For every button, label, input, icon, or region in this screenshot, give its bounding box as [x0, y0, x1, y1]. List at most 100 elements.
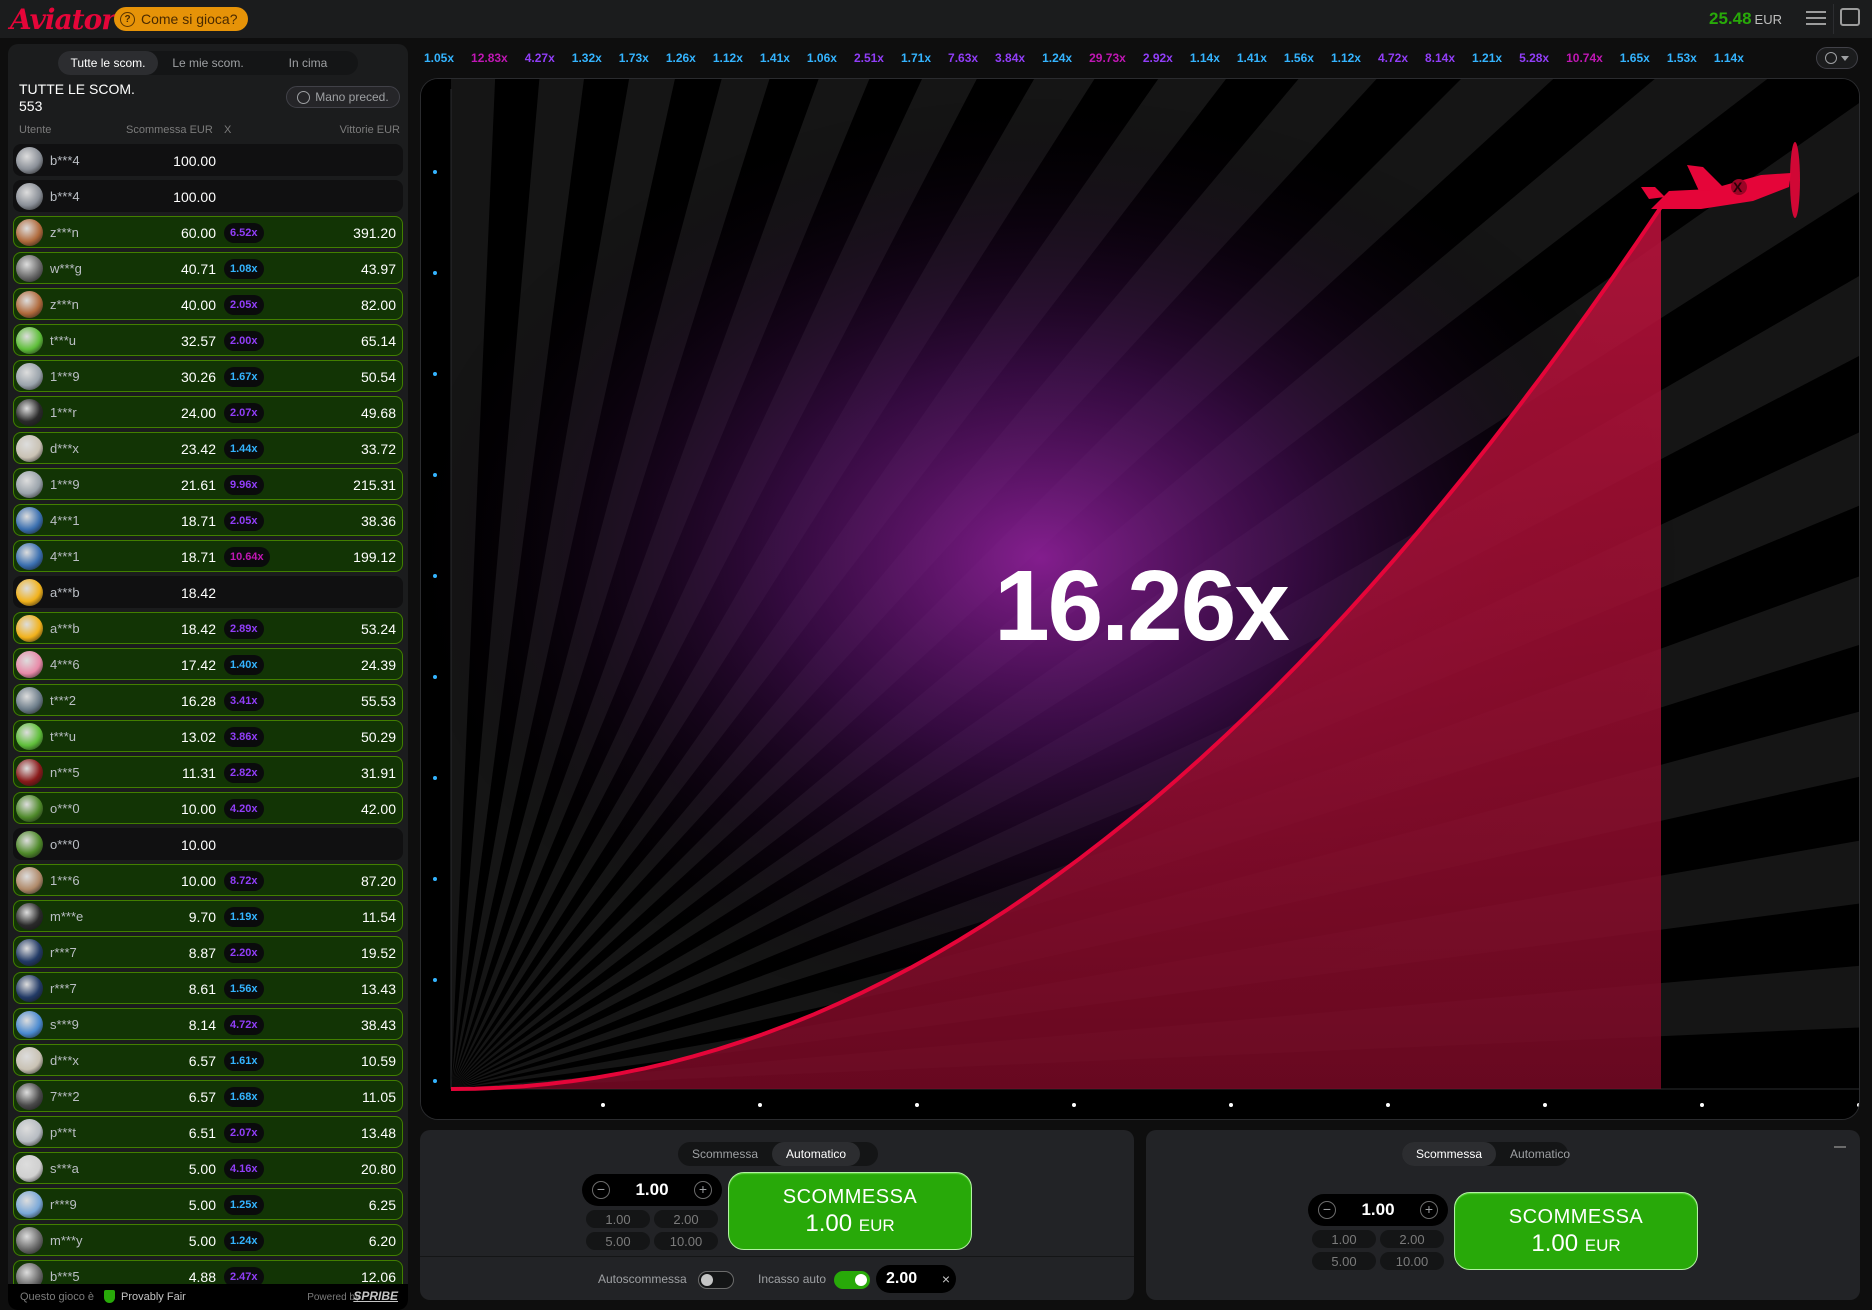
user-name: t***2	[50, 693, 77, 708]
table-row: b***4 100.00	[13, 180, 403, 212]
tab-all-bets[interactable]: Tutte le scom.	[58, 51, 158, 75]
bet-amount-value[interactable]: 1.00	[1338, 1200, 1418, 1220]
history-item[interactable]: 1.05x	[424, 51, 454, 65]
user-name: 1***6	[50, 873, 80, 888]
previous-hand-label: Mano preced.	[315, 90, 389, 104]
table-row: m***y 5.00 1.24x 6.20	[13, 1224, 403, 1256]
auto-cashout-value[interactable]: 2.00	[886, 1270, 917, 1288]
divider	[1833, 4, 1834, 34]
bet-amount: 11.31	[182, 765, 216, 781]
tab-my-bets[interactable]: Le mie scom.	[158, 51, 258, 75]
footer-label: Questo gioco è	[20, 1291, 94, 1303]
win-amount: 11.05	[362, 1089, 396, 1105]
chat-icon[interactable]	[1840, 8, 1860, 26]
aviator-logo[interactable]: Aviator	[10, 3, 116, 36]
quick-amount-2[interactable]: 2.00	[654, 1210, 718, 1228]
previous-hand-button[interactable]: Mano preced.	[286, 86, 400, 108]
history-item[interactable]: 12.83x	[471, 51, 508, 65]
history-item[interactable]: 1.71x	[901, 51, 931, 65]
quick-amount-5[interactable]: 5.00	[1312, 1252, 1376, 1270]
history-item[interactable]: 1.41x	[1237, 51, 1267, 65]
bets-list: b***4 100.00 b***4 100.00 z***n 60.00 6.52x 391…	[13, 144, 403, 1296]
history-item[interactable]: 4.27x	[525, 51, 555, 65]
avatar	[16, 363, 43, 390]
history-item[interactable]: 1.12x	[1331, 51, 1361, 65]
auto-cashout-input[interactable]: 2.00 ×	[876, 1265, 956, 1293]
history-item[interactable]: 1.06x	[807, 51, 837, 65]
y-axis-dot	[433, 170, 437, 174]
close-icon[interactable]: ×	[942, 1271, 950, 1287]
tab-top[interactable]: In cima	[258, 51, 358, 75]
win-amount: 82.00	[360, 297, 396, 313]
history-item[interactable]: 5.28x	[1519, 51, 1549, 65]
bet-amount-stepper[interactable]: − 1.00 +	[1308, 1194, 1448, 1226]
quick-amount-1[interactable]: 1.00	[586, 1210, 650, 1228]
history-item[interactable]: 2.51x	[854, 51, 884, 65]
history-item[interactable]: 29.73x	[1089, 51, 1126, 65]
quick-amount-5[interactable]: 5.00	[586, 1232, 650, 1250]
bet-amount-stepper[interactable]: − 1.00 +	[582, 1174, 722, 1206]
tab-bet[interactable]: Scommessa	[1402, 1142, 1497, 1166]
minus-icon[interactable]: −	[592, 1181, 610, 1199]
table-row: 1***9 30.26 1.67x 50.54	[13, 360, 403, 392]
history-item[interactable]: 1.53x	[1667, 51, 1697, 65]
quick-amount-10[interactable]: 10.00	[654, 1232, 718, 1250]
quick-amount-1[interactable]: 1.00	[1312, 1230, 1376, 1248]
history-item[interactable]: 1.41x	[760, 51, 790, 65]
history-toggle-button[interactable]	[1816, 47, 1858, 69]
history-item[interactable]: 10.74x	[1566, 51, 1603, 65]
history-item[interactable]: 1.32x	[572, 51, 602, 65]
history-item[interactable]: 3.84x	[995, 51, 1025, 65]
minus-icon[interactable]: −	[1318, 1201, 1336, 1219]
avatar	[16, 615, 43, 642]
tab-auto[interactable]: Automatico	[772, 1142, 861, 1166]
clock-icon	[1825, 52, 1837, 64]
win-amount: 65.14	[360, 333, 396, 349]
bet-button[interactable]: SCOMMESSA 1.00 EUR	[1454, 1192, 1698, 1270]
minimize-icon[interactable]	[1834, 1146, 1846, 1148]
bet-amount-value[interactable]: 1.00	[612, 1180, 692, 1200]
table-row: b***4 100.00	[13, 144, 403, 176]
table-row: 7***2 6.57 1.68x 11.05	[13, 1080, 403, 1112]
bet-button[interactable]: SCOMMESSA 1.00 EUR	[728, 1172, 972, 1250]
how-to-play-button[interactable]: ? Come si gioca?	[114, 7, 248, 31]
history-item[interactable]: 1.56x	[1284, 51, 1314, 65]
y-axis-dot	[433, 473, 437, 477]
x-axis-dot	[1386, 1103, 1390, 1107]
user-name: 7***2	[50, 1089, 80, 1104]
avatar	[16, 435, 43, 462]
plus-icon[interactable]: +	[694, 1181, 712, 1199]
user-name: o***0	[50, 801, 80, 816]
history-item[interactable]: 4.72x	[1378, 51, 1408, 65]
autobet-toggle[interactable]	[698, 1271, 734, 1289]
quick-amount-10[interactable]: 10.00	[1380, 1252, 1444, 1270]
avatar	[16, 327, 43, 354]
table-row: 4***6 17.42 1.40x 24.39	[13, 648, 403, 680]
bet-amount: 17.42	[180, 657, 216, 673]
plus-icon[interactable]: +	[1420, 1201, 1438, 1219]
history-item[interactable]: 7.63x	[948, 51, 978, 65]
history-item[interactable]: 1.24x	[1042, 51, 1072, 65]
menu-icon[interactable]	[1806, 9, 1826, 27]
history-item[interactable]: 1.26x	[666, 51, 696, 65]
tab-auto[interactable]: Automatico	[1496, 1142, 1584, 1166]
table-row: a***b 18.42 2.89x 53.24	[13, 612, 403, 644]
auto-cashout-toggle[interactable]	[834, 1271, 870, 1289]
history-item[interactable]: 8.14x	[1425, 51, 1455, 65]
win-amount: 50.29	[360, 729, 396, 745]
history-item[interactable]: 1.14x	[1190, 51, 1220, 65]
table-row: 4***1 18.71 2.05x 38.36	[13, 504, 403, 536]
quick-amount-2[interactable]: 2.00	[1380, 1230, 1444, 1248]
spribe-logo[interactable]: SPRIBE	[353, 1289, 398, 1303]
provably-fair-link[interactable]: Provably Fair	[121, 1291, 186, 1303]
history-item[interactable]: 2.92x	[1143, 51, 1173, 65]
history-item[interactable]: 1.14x	[1714, 51, 1744, 65]
tab-bet[interactable]: Scommessa	[678, 1142, 772, 1166]
multiplier-badge: 10.64x	[224, 547, 270, 567]
bet-amount: 10.00	[180, 837, 216, 853]
history-item[interactable]: 1.21x	[1472, 51, 1502, 65]
history-item[interactable]: 1.12x	[713, 51, 743, 65]
user-name: t***u	[50, 333, 77, 348]
history-item[interactable]: 1.65x	[1620, 51, 1650, 65]
history-item[interactable]: 1.73x	[619, 51, 649, 65]
